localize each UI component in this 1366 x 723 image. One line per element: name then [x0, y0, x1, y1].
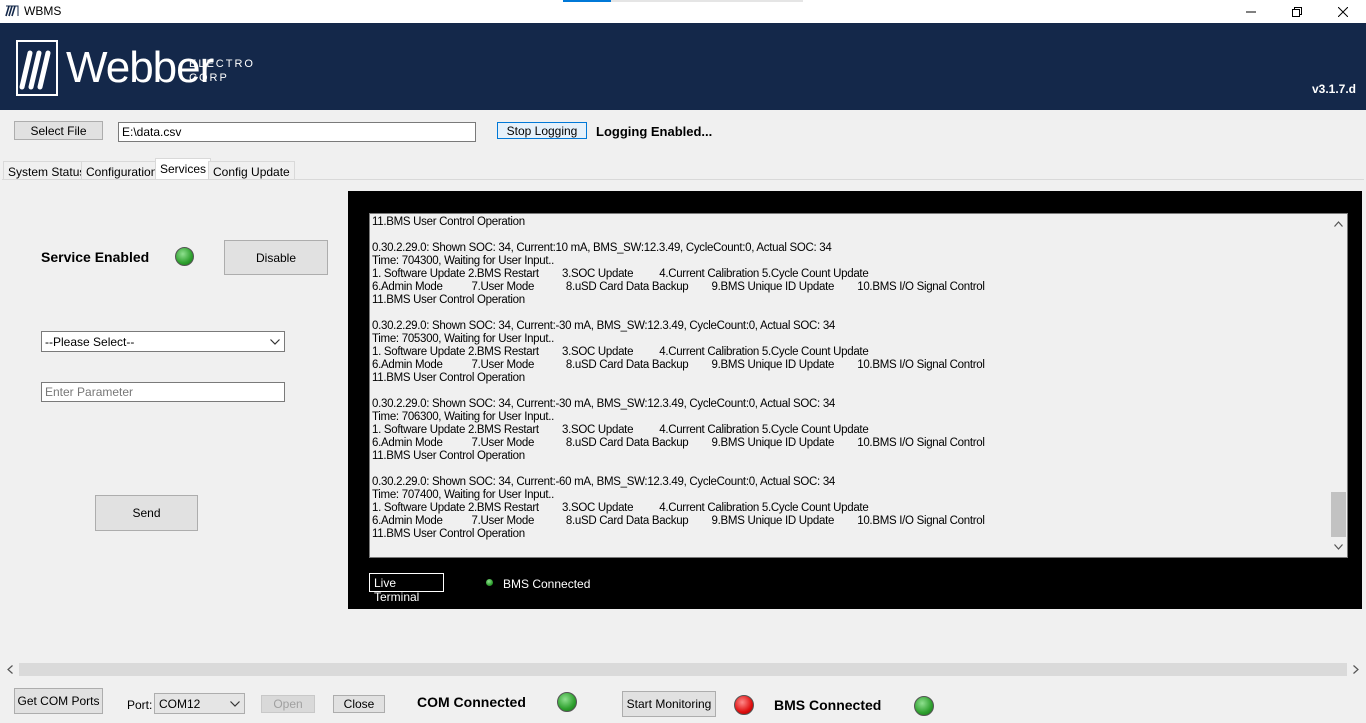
terminal-line: 6.Admin Mode 7.User Mode 8.uSD Card Data…: [372, 281, 985, 293]
title-bar: WBMS: [0, 0, 1366, 23]
close-window-button[interactable]: [1320, 0, 1366, 23]
port-label: Port:: [127, 698, 153, 712]
com-status-led: [557, 692, 577, 712]
bms-status-led: [914, 696, 934, 716]
tab-system-status[interactable]: System Status: [3, 161, 91, 180]
terminal-line: 0.30.2.29.0: Shown SOC: 34, Current:-30 …: [372, 320, 836, 332]
terminal-line: Time: 707400, Waiting for User Input..: [372, 489, 555, 501]
terminal-output[interactable]: 11.BMS User Control Operation 0.30.2.29.…: [369, 213, 1348, 558]
terminal-line: 11.BMS User Control Operation: [372, 372, 525, 384]
select-file-button[interactable]: Select File: [14, 121, 103, 140]
terminal-line: Time: 704300, Waiting for User Input..: [372, 255, 555, 267]
monitoring-status-led: [734, 695, 754, 715]
panel-horizontal-scrollbar[interactable]: [2, 661, 1364, 678]
terminal-line: Time: 705300, Waiting for User Input..: [372, 333, 555, 345]
taskbar-indicator: [563, 0, 611, 2]
scroll-down-icon[interactable]: [1334, 544, 1343, 550]
terminal-line: Time: 706300, Waiting for User Input..: [372, 411, 555, 423]
scroll-right-icon[interactable]: [1353, 665, 1359, 674]
terminal-line: 6.Admin Mode 7.User Mode 8.uSD Card Data…: [372, 359, 985, 371]
terminal-scroll-thumb[interactable]: [1331, 492, 1346, 537]
get-com-ports-button[interactable]: Get COM Ports: [14, 688, 103, 714]
terminal-line: 6.Admin Mode 7.User Mode 8.uSD Card Data…: [372, 515, 985, 527]
tab-configuration[interactable]: Configuration: [81, 161, 163, 180]
terminal-line: 11.BMS User Control Operation: [372, 294, 525, 306]
scroll-left-icon[interactable]: [7, 665, 13, 674]
restore-button[interactable]: [1274, 0, 1320, 23]
live-terminal-label: Live Terminal: [369, 573, 444, 604]
tab-config-update[interactable]: Config Update: [208, 161, 295, 180]
brand-subtitle-line1: ELECTRO: [189, 58, 255, 70]
version-label: v3.1.7.d: [1311, 82, 1356, 96]
send-button[interactable]: Send: [95, 495, 198, 531]
chevron-down-icon: [230, 700, 240, 707]
terminal-bms-led: [486, 579, 493, 586]
stop-logging-button[interactable]: Stop Logging: [497, 122, 587, 139]
app-icon: [5, 5, 19, 17]
terminal-line: 1. Software Update 2.BMS Restart 3.SOC U…: [372, 346, 869, 358]
webber-logo-icon: [16, 40, 58, 96]
brand-subtitle: ELECTRO CORP: [189, 57, 255, 85]
terminal-lines: 11.BMS User Control Operation 0.30.2.29.…: [372, 216, 985, 541]
restore-icon: [1292, 6, 1302, 17]
header-banner: Webber ELECTRO CORP v3.1.7.d: [0, 23, 1366, 110]
terminal-line: 1. Software Update 2.BMS Restart 3.SOC U…: [372, 424, 869, 436]
terminal-line: 6.Admin Mode 7.User Mode 8.uSD Card Data…: [372, 437, 985, 449]
close-port-button[interactable]: Close: [333, 695, 385, 713]
terminal-line: 0.30.2.29.0: Shown SOC: 34, Current:10 m…: [372, 242, 832, 254]
minimize-icon: [1246, 11, 1256, 12]
port-select[interactable]: COM12: [154, 693, 245, 714]
terminal-line: 11.BMS User Control Operation: [372, 450, 525, 462]
scroll-up-icon[interactable]: [1334, 221, 1343, 227]
terminal-bms-status: BMS Connected: [503, 577, 591, 591]
terminal-line: 1. Software Update 2.BMS Restart 3.SOC U…: [372, 268, 869, 280]
chevron-down-icon: [270, 338, 280, 345]
start-monitoring-button[interactable]: Start Monitoring: [622, 691, 716, 717]
tab-services[interactable]: Services: [155, 158, 212, 180]
window-title: WBMS: [24, 4, 62, 18]
file-path-input[interactable]: E:\data.csv: [118, 122, 476, 142]
service-select-value: --Please Select--: [45, 334, 135, 349]
brand-subtitle-line2: CORP: [189, 72, 229, 84]
port-select-value: COM12: [159, 696, 201, 711]
terminal-line: 11.BMS User Control Operation: [372, 216, 525, 228]
disable-button[interactable]: Disable: [224, 240, 328, 275]
bms-status-label: BMS Connected: [774, 697, 882, 713]
taskbar-indicator-track: [611, 0, 803, 2]
service-status-led: [175, 247, 194, 266]
minimize-button[interactable]: [1228, 0, 1274, 23]
open-button[interactable]: Open: [261, 695, 315, 713]
horizontal-scroll-thumb[interactable]: [19, 663, 1347, 676]
parameter-input[interactable]: Enter Parameter: [41, 382, 285, 402]
com-status-label: COM Connected: [417, 694, 526, 710]
terminal-line: 11.BMS User Control Operation: [372, 528, 525, 540]
logging-status: Logging Enabled...: [596, 124, 713, 139]
terminal-line: 0.30.2.29.0: Shown SOC: 34, Current:-60 …: [372, 476, 836, 488]
service-status-label: Service Enabled: [41, 249, 150, 265]
terminal-line: 0.30.2.29.0: Shown SOC: 34, Current:-30 …: [372, 398, 836, 410]
service-select[interactable]: --Please Select--: [41, 331, 285, 352]
terminal-scrollbar[interactable]: [1330, 214, 1347, 557]
close-icon: [1338, 6, 1348, 17]
terminal-line: 1. Software Update 2.BMS Restart 3.SOC U…: [372, 502, 869, 514]
